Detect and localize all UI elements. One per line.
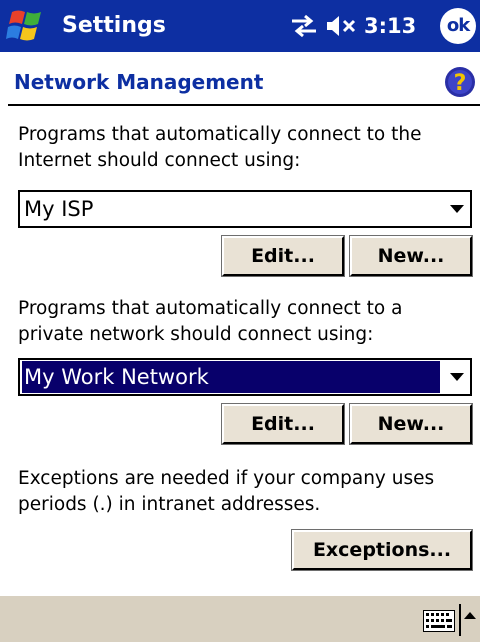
clock[interactable]: 3:13 <box>364 11 416 41</box>
app-title: Settings <box>62 13 166 38</box>
pocketpc-screen: Settings 3:13 ok Network Management ? Pr… <box>0 0 480 642</box>
internet-description: Programs that automatically connect to t… <box>18 124 422 171</box>
help-icon-glyph: ? <box>454 71 467 96</box>
sip-divider <box>459 604 461 636</box>
private-edit-button[interactable]: Edit... <box>221 403 345 445</box>
chevron-down-icon[interactable] <box>450 373 464 381</box>
speaker-muted-icon[interactable] <box>325 13 359 39</box>
private-new-button[interactable]: New... <box>349 403 473 445</box>
menu-bar <box>0 596 480 642</box>
private-connection-value: My Work Network <box>22 361 440 393</box>
start-button[interactable] <box>6 6 50 46</box>
title-bar: Settings 3:13 ok <box>0 0 480 52</box>
internet-connection-value: My ISP <box>24 197 94 221</box>
header-divider <box>8 104 480 106</box>
internet-new-button[interactable]: New... <box>349 235 473 277</box>
internet-connection-dropdown[interactable]: My ISP <box>18 190 472 228</box>
page-title: Network Management <box>14 70 264 94</box>
up-arrow-icon[interactable] <box>464 612 476 619</box>
ok-button[interactable]: ok <box>440 8 476 44</box>
chevron-down-icon[interactable] <box>450 205 464 213</box>
exceptions-button[interactable]: Exceptions... <box>291 529 473 571</box>
windows-flag-icon <box>6 10 41 41</box>
private-description: Programs that automatically connect to a… <box>18 298 403 345</box>
connectivity-icon[interactable] <box>290 12 318 40</box>
keyboard-icon[interactable] <box>423 610 455 632</box>
internet-edit-button[interactable]: Edit... <box>221 235 345 277</box>
help-icon[interactable]: ? <box>444 66 476 98</box>
private-connection-dropdown[interactable]: My Work Network <box>18 358 472 396</box>
exceptions-description: Exceptions are needed if your company us… <box>18 468 435 515</box>
